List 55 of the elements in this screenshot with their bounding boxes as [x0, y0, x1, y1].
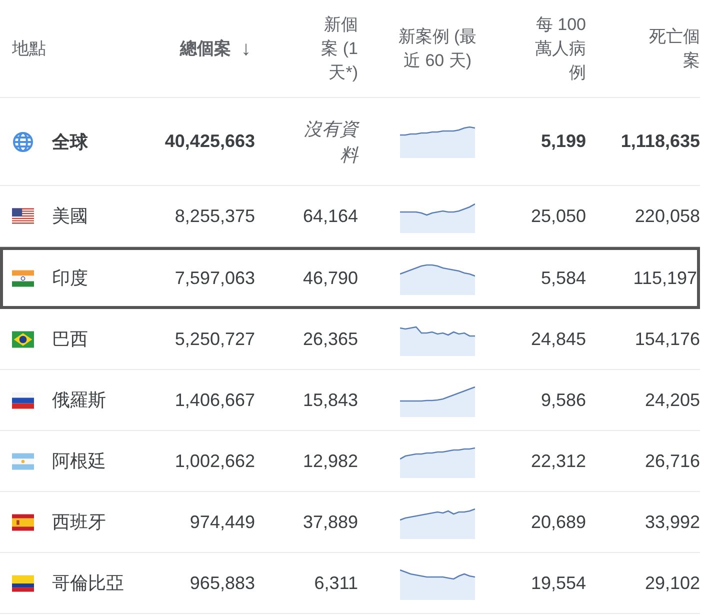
- new-cases: 26,365: [302, 328, 358, 350]
- new-cases: 46,790: [302, 268, 358, 288]
- flag-icon: [12, 270, 34, 286]
- cases-per-million: 20,689: [530, 512, 586, 532]
- new-cases: 12,982: [302, 450, 358, 472]
- new-cases: 64,164: [302, 206, 358, 226]
- location-name[interactable]: 全球: [52, 130, 88, 154]
- column-header[interactable]: 新案例 (最近 60 天): [392, 24, 482, 72]
- flag-icon: [12, 514, 34, 530]
- location-name[interactable]: 美國: [52, 204, 88, 228]
- location-name[interactable]: 巴西: [52, 327, 88, 351]
- flag-icon: [12, 330, 34, 348]
- location-name[interactable]: 哥倫比亞: [52, 571, 124, 595]
- location-name[interactable]: 西班牙: [52, 510, 106, 534]
- deaths: 29,102: [644, 572, 700, 594]
- total-cases: 8,255,375: [174, 206, 255, 226]
- cases-per-million: 24,845: [530, 328, 586, 350]
- deaths: 24,205: [644, 390, 700, 410]
- total-cases: 1,002,662: [174, 450, 255, 472]
- deaths: 154,176: [634, 328, 700, 350]
- flag-icon: [12, 574, 34, 592]
- total-cases: 40,425,663: [164, 131, 255, 152]
- flag-icon: [12, 452, 34, 470]
- new-cases: 6,311: [314, 572, 358, 594]
- deaths: 33,992: [644, 512, 700, 532]
- total-cases: 7,597,063: [174, 268, 255, 288]
- cases-per-million: 19,554: [530, 572, 586, 594]
- location-name[interactable]: 印度: [52, 266, 88, 290]
- flag-icon: [12, 208, 34, 224]
- new-cases: 37,889: [302, 512, 358, 532]
- cases-per-million: 5,199: [540, 131, 586, 152]
- cases-per-million: 22,312: [530, 450, 586, 472]
- sort-arrow-icon: ↓: [241, 36, 251, 60]
- column-header[interactable]: 地點: [12, 36, 46, 60]
- flag-icon: [12, 392, 34, 408]
- column-header[interactable]: 死亡個案: [644, 24, 700, 72]
- total-cases: 5,250,727: [174, 328, 255, 350]
- column-header[interactable]: 每 100 萬人病例: [530, 12, 586, 84]
- globe-icon: [12, 130, 34, 152]
- cases-per-million: 5,584: [540, 268, 586, 288]
- total-cases: 1,406,667: [174, 390, 255, 410]
- total-cases: 974,449: [190, 512, 255, 532]
- deaths: 220,058: [634, 206, 700, 226]
- no-data-text: 沒有資料: [303, 118, 358, 166]
- total-cases: 965,883: [190, 572, 255, 594]
- deaths: 115,197: [633, 268, 697, 288]
- cases-per-million: 9,586: [540, 390, 586, 410]
- column-header[interactable]: 總個案: [180, 36, 231, 60]
- cases-per-million: 25,050: [530, 206, 586, 226]
- location-name[interactable]: 俄羅斯: [52, 388, 106, 412]
- new-cases: 15,843: [302, 390, 358, 410]
- location-name[interactable]: 阿根廷: [52, 449, 106, 473]
- deaths: 26,716: [644, 450, 700, 472]
- deaths: 1,118,635: [620, 131, 700, 152]
- column-header[interactable]: 新個案 (1 天*): [312, 12, 358, 84]
